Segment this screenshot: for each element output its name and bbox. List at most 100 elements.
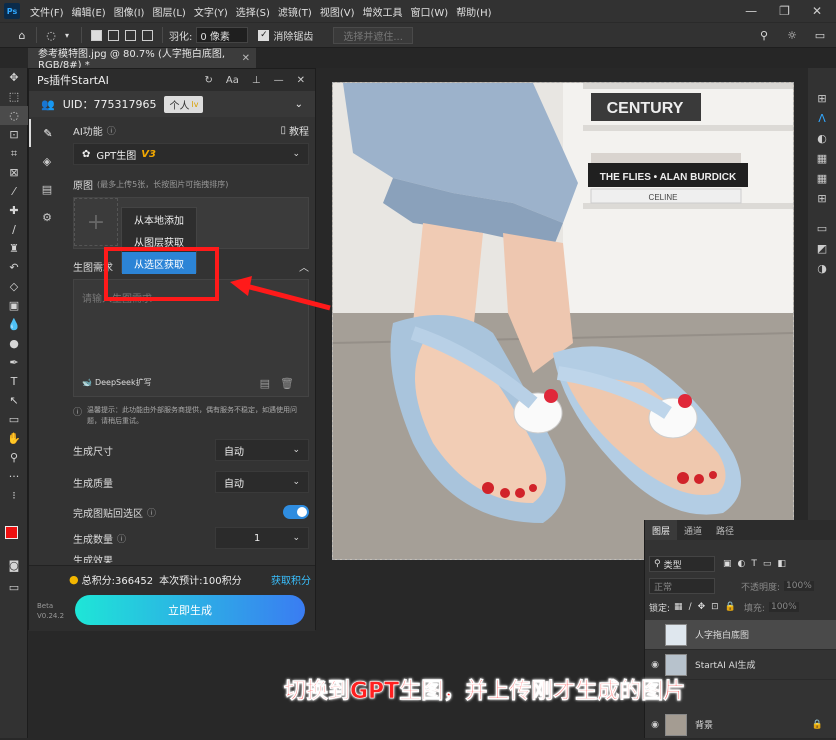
home-icon[interactable]: ⌂	[14, 27, 30, 43]
lock-paint-icon[interactable]: ∕	[689, 602, 692, 612]
color-panel-icon[interactable]: ◐	[808, 128, 836, 148]
zoom-tool-icon[interactable]: ⚲	[0, 448, 28, 467]
properties-panel-icon[interactable]: ◩	[808, 238, 836, 258]
eyedropper-tool-icon[interactable]: ⁄	[0, 182, 28, 201]
document-canvas[interactable]: CENTURY THE FLIES • ALAN BURDICK CELINE	[332, 82, 794, 560]
hand-tool-icon[interactable]: ✋	[0, 429, 28, 448]
adjust-filter-icon[interactable]: ◐	[738, 559, 746, 569]
frame-tool-icon[interactable]: ⊠	[0, 163, 28, 182]
close-icon[interactable]: ✕	[242, 53, 250, 64]
menu-type[interactable]: 文字(Y)	[190, 4, 232, 19]
chevron-down-icon[interactable]: ⌄	[295, 99, 303, 110]
lasso-tool-icon[interactable]: ◌	[0, 106, 28, 125]
foreground-color-swatch[interactable]	[5, 526, 18, 539]
lock-pixels-icon[interactable]: ▦	[674, 602, 683, 612]
libraries-panel-icon[interactable]: ▭	[808, 218, 836, 238]
menu-view[interactable]: 视图(V)	[316, 4, 359, 19]
deepseek-button[interactable]: 🐋 DeepSeek扩写	[82, 377, 152, 388]
history-icon[interactable]: ▤	[260, 377, 270, 390]
layers-icon[interactable]: ◈	[29, 147, 65, 175]
layer-row[interactable]: ◉ 背景 🔒	[645, 710, 836, 740]
swatches-panel-icon[interactable]: ▦	[808, 148, 836, 168]
lock-artboard-icon[interactable]: ⊡	[711, 602, 719, 612]
healing-brush-tool-icon[interactable]: ✚	[0, 201, 28, 220]
upload-plus-button[interactable]: +	[74, 198, 118, 246]
feather-input[interactable]: 0 像素	[196, 27, 249, 43]
intersect-selection-icon[interactable]	[142, 29, 153, 41]
marquee-tool-icon[interactable]: ⬚	[0, 87, 28, 106]
generate-button[interactable]: 立即生成	[75, 595, 305, 625]
quality-select[interactable]: 自动 ⌄	[215, 471, 309, 493]
shape-filter-icon[interactable]: ▭	[763, 559, 772, 569]
gradient-tool-icon[interactable]: ▣	[0, 296, 28, 315]
size-select[interactable]: 自动 ⌄	[215, 439, 309, 461]
chevron-down-icon[interactable]: ▾	[59, 27, 75, 43]
menu-item-add-local[interactable]: 从本地添加	[122, 208, 196, 230]
pen-tool-icon[interactable]: ✒	[0, 353, 28, 372]
type-tool-icon[interactable]: T	[0, 372, 28, 391]
menu-help[interactable]: 帮助(H)	[452, 4, 495, 19]
edit-icon[interactable]: ✎	[29, 119, 65, 147]
history-panel-icon[interactable]: ⊞	[808, 88, 836, 108]
move-tool-icon[interactable]: ✥	[0, 68, 28, 87]
menu-select[interactable]: 选择(S)	[232, 4, 274, 19]
close-icon[interactable]: ✕	[812, 4, 822, 18]
new-selection-icon[interactable]	[91, 29, 102, 41]
count-select[interactable]: 1 ⌄	[215, 527, 309, 549]
startai-panel-icon[interactable]: ᐱ	[808, 108, 836, 128]
shape-tool-icon[interactable]: ▭	[0, 410, 28, 429]
lightbulb-icon[interactable]: ☼	[784, 27, 800, 43]
tutorial-link[interactable]: 教程	[289, 123, 309, 138]
brush-tool-icon[interactable]: ∕	[0, 220, 28, 239]
chevron-up-icon[interactable]: ︿	[299, 259, 309, 274]
tab-paths[interactable]: 路径	[709, 520, 741, 540]
save-icon[interactable]: ▤	[29, 175, 65, 203]
pin-icon[interactable]: ⊥	[252, 75, 261, 86]
maximize-icon[interactable]: ❐	[779, 4, 790, 18]
menu-layer[interactable]: 图层(L)	[148, 4, 189, 19]
crop-tool-icon[interactable]: ⌗	[0, 144, 28, 163]
menu-filter[interactable]: 滤镜(T)	[274, 4, 316, 19]
tab-channels[interactable]: 通道	[677, 520, 709, 540]
search-icon[interactable]: ⚲	[756, 27, 772, 43]
antialias-checkbox[interactable]: ✓	[258, 29, 270, 41]
menu-edit[interactable]: 编辑(E)	[68, 4, 110, 19]
grid-panel-icon[interactable]: ▦	[808, 168, 836, 188]
eye-icon[interactable]: ◉	[645, 720, 665, 730]
more-tools-icon[interactable]: ···	[0, 467, 28, 486]
image-filter-icon[interactable]: ▣	[723, 559, 732, 569]
add-selection-icon[interactable]	[108, 29, 119, 41]
lock-all-icon[interactable]: 🔒	[725, 602, 736, 612]
font-size-icon[interactable]: Aa	[226, 75, 239, 86]
minimize-icon[interactable]: —	[745, 4, 757, 18]
lasso-icon[interactable]: ◌	[43, 27, 59, 43]
quick-mask-icon[interactable]: ◙	[0, 556, 28, 575]
close-icon[interactable]: ✕	[297, 75, 305, 86]
adjustments-panel-icon[interactable]: ◑	[808, 258, 836, 278]
settings-icon[interactable]: ⚙	[29, 203, 65, 231]
stamp-tool-icon[interactable]: ♜	[0, 239, 28, 258]
menu-file[interactable]: 文件(F)	[26, 4, 68, 19]
refresh-icon[interactable]: ↻	[205, 75, 213, 86]
document-tab[interactable]: 参考模特图.jpg @ 80.7% (人字拖白底图, RGB/8#) * ✕	[28, 48, 256, 71]
eraser-tool-icon[interactable]: ◇	[0, 277, 28, 296]
opacity-value[interactable]: 100%	[784, 581, 814, 591]
layer-row[interactable]: 人字拖白底图	[645, 620, 836, 650]
lock-position-icon[interactable]: ✥	[698, 602, 706, 612]
history-brush-tool-icon[interactable]: ↶	[0, 258, 28, 277]
trash-icon[interactable]: 🗑	[280, 377, 294, 390]
type-filter-icon[interactable]: T	[751, 559, 757, 569]
blur-tool-icon[interactable]: 💧	[0, 315, 28, 334]
path-select-tool-icon[interactable]: ↖	[0, 391, 28, 410]
select-and-mask-button[interactable]: 选择并遮住...	[333, 26, 413, 44]
paste-back-toggle[interactable]	[283, 505, 309, 519]
tab-layers[interactable]: 图层	[645, 520, 678, 540]
patterns-panel-icon[interactable]: ⊞	[808, 188, 836, 208]
dodge-tool-icon[interactable]: ●	[0, 334, 28, 353]
get-points-link[interactable]: 获取积分	[271, 572, 311, 587]
layer-filter-select[interactable]: ⚲ 类型	[649, 556, 715, 572]
workspace-icon[interactable]: ▭	[812, 27, 828, 43]
fill-value[interactable]: 100%	[768, 602, 799, 612]
subtract-selection-icon[interactable]	[125, 29, 136, 41]
menu-plugins[interactable]: 增效工具	[358, 4, 406, 19]
